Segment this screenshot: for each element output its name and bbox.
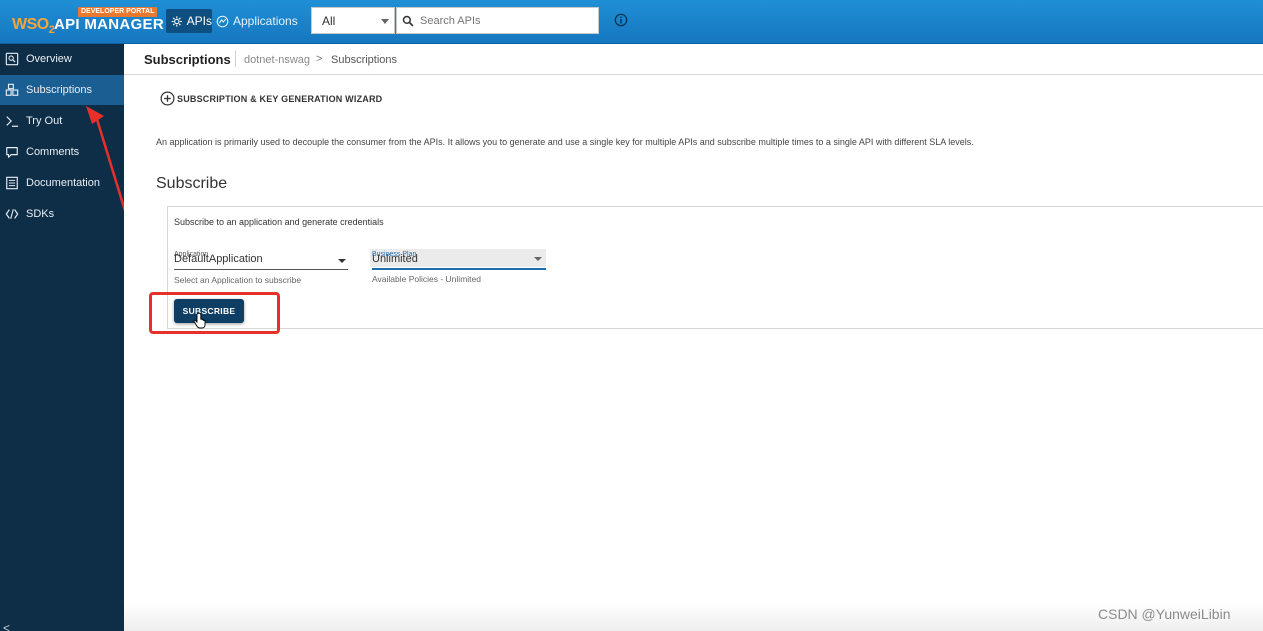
breadcrumb-divider: [235, 51, 236, 67]
subscribe-card: Subscribe to an application and generate…: [167, 206, 1263, 329]
page-title: Subscriptions: [144, 52, 231, 67]
developer-portal-badge: DEVELOPER PORTAL: [78, 7, 158, 17]
chevron-down-icon: [534, 257, 542, 261]
wso2-logo[interactable]: WSO2 API MANAGER DEVELOPER PORTAL: [8, 4, 164, 40]
chevron-right-icon: >: [316, 53, 323, 65]
nav-applications-button[interactable]: Applications: [216, 9, 298, 33]
wizard-label: SUBSCRIPTION & KEY GENERATION WIZARD: [177, 93, 383, 104]
search-input[interactable]: [420, 14, 590, 27]
info-icon[interactable]: [614, 13, 628, 27]
nav-apis-label: APIs: [186, 14, 212, 28]
business-plan-select[interactable]: Business Plan Unlimited Available Polici…: [370, 243, 547, 284]
breadcrumb-api-link[interactable]: dotnet-nswag: [244, 54, 310, 66]
subscribe-hint: Subscribe to an application and generate…: [174, 217, 384, 227]
business-plan-value: Unlimited: [372, 253, 418, 265]
sidebar-item-label: Try Out: [26, 115, 63, 127]
application-underline: [174, 269, 348, 270]
add-circle-icon: [160, 91, 175, 106]
top-bar: WSO2 API MANAGER DEVELOPER PORTAL APIs A…: [0, 0, 1263, 44]
main-content: Subscriptions dotnet-nswag > Subscriptio…: [124, 44, 1263, 631]
bottom-strip: [124, 603, 1263, 631]
nav-applications-label: Applications: [233, 14, 298, 28]
business-plan-help: Available Policies - Unlimited: [372, 274, 481, 284]
chevron-down-icon: [338, 259, 346, 263]
search-icon: [402, 15, 414, 26]
collapse-sidebar-icon[interactable]: <: [3, 621, 10, 631]
sidebar-item-label: Comments: [26, 146, 80, 158]
sidebar-item-subscriptions[interactable]: Subscriptions: [0, 75, 124, 105]
terminal-icon: [5, 114, 19, 128]
application-help: Select an Application to subscribe: [174, 275, 302, 285]
applications-icon: [216, 15, 229, 27]
subscribe-heading: Subscribe: [156, 175, 228, 192]
subscriptions-icon: [5, 83, 19, 97]
sidebar-item-label: Subscriptions: [26, 84, 93, 96]
application-value: DefaultApplication: [174, 253, 263, 265]
sidebar-item-overview[interactable]: Overview: [0, 44, 124, 74]
application-select[interactable]: Application DefaultApplication Select an…: [174, 243, 349, 285]
logo-wso2-text: WSO2: [12, 16, 55, 36]
application-description: An application is primarily used to deco…: [156, 137, 974, 147]
breadcrumb-current: Subscriptions: [331, 54, 398, 66]
annotation-highlight-box: [149, 292, 280, 334]
subscription-wizard-link[interactable]: SUBSCRIPTION & KEY GENERATION WIZARD: [160, 91, 382, 106]
comment-icon: [5, 145, 19, 159]
code-icon: [5, 207, 19, 221]
logo-product-text: API MANAGER: [54, 16, 164, 33]
api-filter-select[interactable]: All: [311, 7, 395, 34]
sidebar-item-label: SDKs: [26, 208, 55, 220]
chevron-down-icon: [381, 19, 389, 24]
overview-icon: [5, 52, 19, 66]
document-icon: [5, 176, 19, 190]
plan-underline: [372, 268, 546, 270]
api-filter-value: All: [322, 13, 336, 28]
watermark: CSDN @YunweiLibin: [1098, 606, 1231, 622]
sidebar: Overview Subscriptions Try Out Comments …: [0, 44, 128, 631]
breadcrumb: Subscriptions dotnet-nswag > Subscriptio…: [124, 44, 1263, 75]
gear-icon: [171, 15, 182, 27]
search-box[interactable]: [396, 7, 599, 34]
nav-apis-button[interactable]: APIs: [166, 9, 212, 33]
sidebar-item-label: Overview: [26, 53, 72, 65]
